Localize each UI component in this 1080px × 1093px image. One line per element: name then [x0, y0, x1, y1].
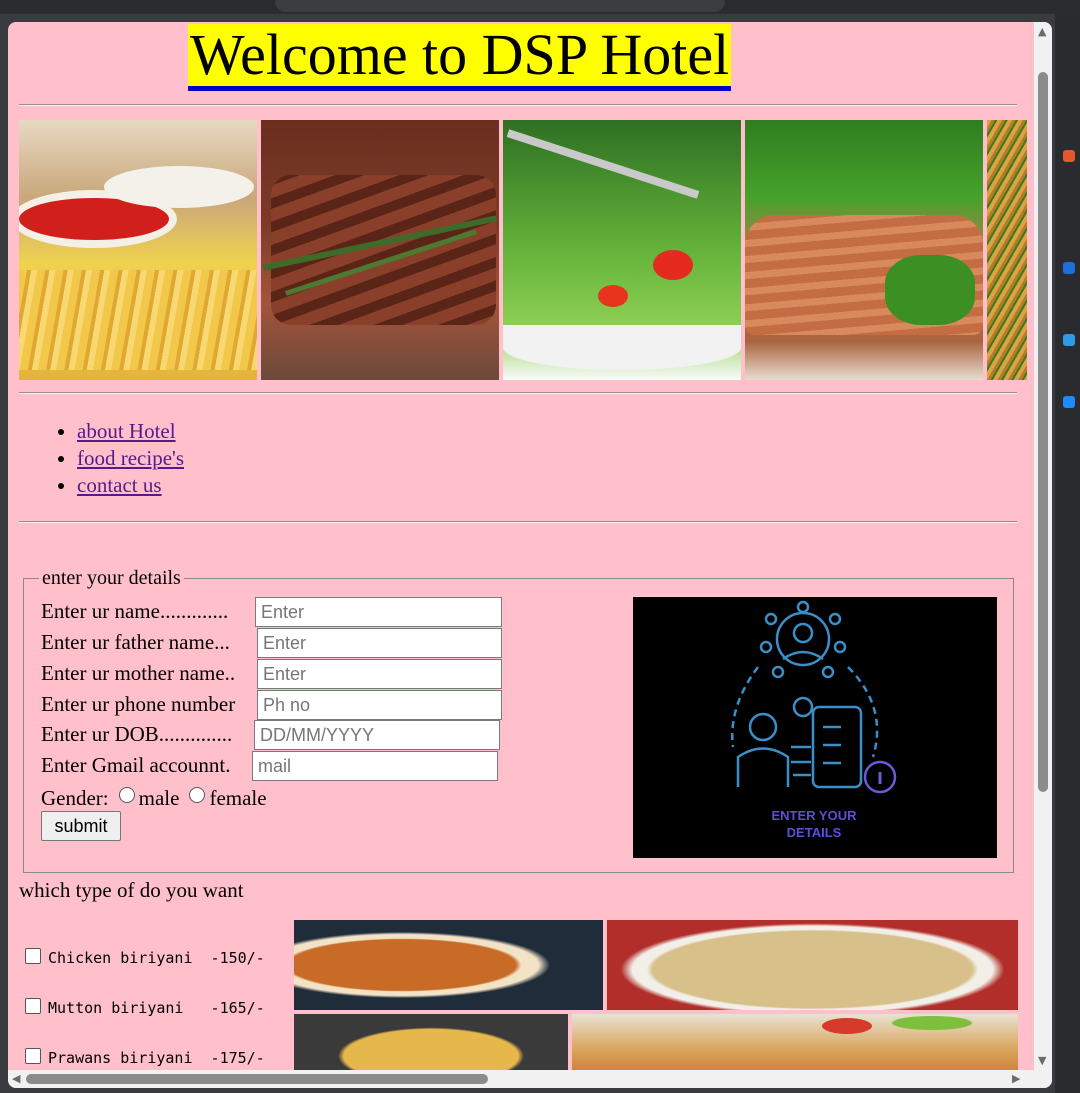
menu-item: Mutton biriyani -165/- — [25, 998, 265, 1017]
female-radio[interactable] — [189, 787, 206, 803]
male-radio[interactable] — [118, 787, 135, 803]
nav-item: contact us — [77, 472, 184, 499]
gender-label: Gender: — [41, 786, 109, 810]
nav-menu: about Hotel food recipe's contact us — [56, 418, 184, 499]
dob-label: Enter ur DOB.............. — [41, 722, 233, 746]
name-label: Enter ur name............. — [41, 599, 229, 623]
enter-details-illustration: ENTER YOUR DETAILS — [633, 597, 997, 858]
nav-item: food recipe's — [77, 445, 184, 472]
horizontal-scrollbar[interactable]: ◀ ▶ — [8, 1070, 1052, 1088]
chicken-biriyani-image — [294, 920, 603, 1010]
divider — [19, 392, 1017, 394]
browser-viewport: Welcome to DSP Hotel • about Hotel • foo… — [8, 22, 1052, 1088]
male-label: male — [138, 786, 180, 810]
vertical-scroll-thumb[interactable] — [1038, 72, 1048, 792]
menu-item: Chicken biriyani -150/- — [25, 948, 265, 967]
menu-item-label: Prawans biriyani -175/- — [48, 1049, 265, 1067]
food-banner — [19, 120, 1034, 380]
nav-item: about Hotel — [77, 418, 184, 445]
extension-icon[interactable] — [1063, 396, 1075, 408]
mother-name-label: Enter ur mother name.. — [41, 661, 236, 685]
address-bar[interactable] — [275, 0, 725, 12]
divider — [19, 104, 1017, 106]
prawns-biriyani-image — [294, 1014, 568, 1070]
banner-image-chicken — [745, 120, 983, 380]
gmail-input[interactable]: mail — [252, 751, 498, 781]
banner-image-steak — [261, 120, 499, 380]
prawns-biriyani-checkbox[interactable] — [25, 1048, 41, 1064]
chicken-biriyani-checkbox[interactable] — [25, 948, 41, 964]
name-input[interactable]: Enter — [255, 597, 502, 627]
mutton-biriyani-checkbox[interactable] — [25, 998, 41, 1014]
dob-input[interactable]: DD/MM/YYYY — [254, 720, 500, 750]
phone-label: Enter ur phone number — [41, 692, 236, 716]
banner-image-salad — [503, 120, 741, 380]
extension-icon[interactable] — [1063, 150, 1075, 162]
caption-line-1: ENTER YOUR — [772, 808, 858, 823]
caption-line-2: DETAILS — [787, 825, 842, 840]
details-legend: enter your details — [42, 567, 181, 589]
scroll-left-icon[interactable]: ◀ — [12, 1073, 20, 1084]
food-recipes-link[interactable]: food recipe's — [77, 446, 184, 470]
scroll-up-icon[interactable]: ▲ — [1038, 26, 1046, 37]
submit-button[interactable]: submit — [41, 811, 121, 841]
father-name-label: Enter ur father name... — [41, 630, 230, 654]
menu-item: Prawans biriyani -175/- — [25, 1048, 265, 1067]
contact-us-link[interactable]: contact us — [77, 473, 162, 497]
details-graphic-icon: ENTER YOUR DETAILS — [731, 600, 897, 840]
browser-side-panel — [1055, 14, 1080, 1093]
banner-image-noodles — [987, 120, 1027, 380]
menu-heading: which type of do you want — [19, 878, 244, 902]
father-name-input[interactable]: Enter — [257, 628, 502, 658]
biriyani-platter-image — [572, 1014, 1018, 1070]
mother-name-input[interactable]: Enter — [257, 659, 502, 689]
scroll-right-icon[interactable]: ▶ — [1012, 1073, 1020, 1084]
horizontal-scroll-thumb[interactable] — [26, 1074, 488, 1084]
about-hotel-link[interactable]: about Hotel — [77, 419, 176, 443]
mutton-biriyani-image — [607, 920, 1018, 1010]
vertical-scrollbar[interactable]: ▲ ▼ — [1034, 22, 1052, 1070]
browser-top-strip — [0, 0, 1080, 14]
gender-group: Gender: male female — [41, 786, 267, 811]
menu-item-label: Chicken biriyani -150/- — [48, 949, 265, 967]
web-page: Welcome to DSP Hotel • about Hotel • foo… — [8, 22, 1034, 1070]
menu-item-label: Mutton biriyani -165/- — [48, 999, 265, 1017]
extension-icon[interactable] — [1063, 334, 1075, 346]
banner-image-fries — [19, 120, 257, 380]
female-label: female — [209, 786, 267, 810]
divider — [19, 521, 1017, 523]
extension-icon[interactable] — [1063, 262, 1075, 274]
scroll-down-icon[interactable]: ▼ — [1038, 1055, 1046, 1066]
gmail-label: Enter Gmail accounnt. — [41, 753, 231, 777]
page-title: Welcome to DSP Hotel — [188, 24, 732, 91]
phone-input[interactable]: Ph no — [257, 690, 502, 720]
